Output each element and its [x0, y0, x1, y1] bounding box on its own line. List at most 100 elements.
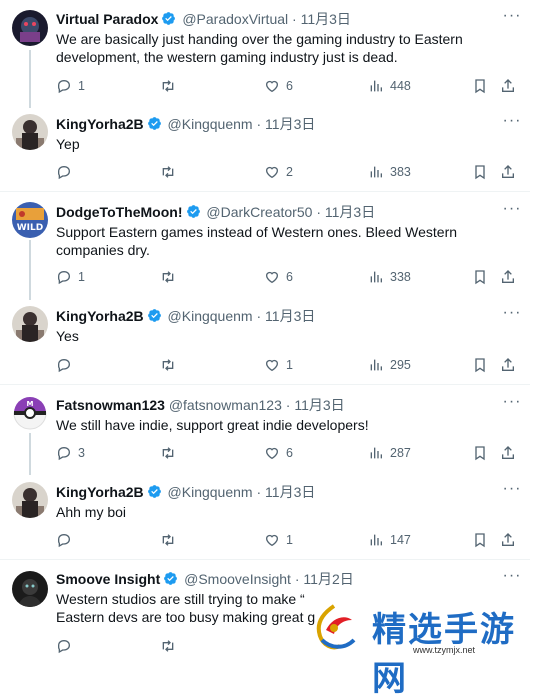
share-button[interactable] [500, 530, 516, 550]
share-button[interactable] [500, 443, 516, 463]
bookmark-button[interactable] [472, 443, 488, 463]
tweet[interactable]: WILD DodgeToTheMoon! @DarkCreator50 · 11… [0, 192, 530, 292]
retweet-button[interactable] [160, 636, 176, 656]
tweet-text: Support Eastern games instead of Western… [56, 224, 458, 258]
tweet[interactable]: KingYorha2B @Kingquenm · 11月3日 ··· Ahh m… [0, 472, 530, 558]
retweet-button[interactable] [160, 443, 182, 463]
tweet-date[interactable]: 11月3日 [265, 484, 315, 500]
author-handle[interactable]: @Kingquenm [168, 484, 253, 500]
share-icon [502, 79, 514, 92]
more-options-icon[interactable]: ··· [502, 201, 522, 221]
more-options-icon[interactable]: ··· [502, 481, 522, 501]
reply-button[interactable]: 1 [56, 76, 85, 96]
like-button[interactable]: 2 [264, 162, 293, 182]
reply-button[interactable] [56, 355, 78, 375]
more-options-icon[interactable]: ··· [502, 8, 522, 28]
like-button[interactable]: 6 [264, 443, 293, 463]
heart-icon [266, 271, 278, 284]
views-button[interactable]: 338 [368, 267, 411, 287]
svg-text:M: M [27, 400, 34, 408]
tweet-date[interactable]: 11月3日 [294, 397, 344, 413]
author-name[interactable]: KingYorha2B [56, 116, 144, 132]
tweet[interactable]: KingYorha2B @Kingquenm · 11月3日 ··· Yep 2… [0, 104, 530, 190]
reply-button[interactable] [56, 636, 72, 656]
avatar[interactable] [12, 571, 48, 607]
reply-button[interactable]: 1 [56, 267, 85, 287]
author-handle[interactable]: @Kingquenm [168, 116, 253, 132]
retweet-icon [162, 359, 174, 371]
like-button[interactable]: 1 [264, 530, 293, 550]
like-count: 2 [286, 165, 293, 179]
author-handle[interactable]: @ParadoxVirtual [182, 11, 288, 27]
views-button[interactable]: 383 [368, 162, 411, 182]
author-name[interactable]: Fatsnowman123 [56, 397, 165, 413]
avatar[interactable] [12, 306, 48, 342]
avatar[interactable]: M [12, 395, 48, 431]
more-options-icon[interactable]: ··· [502, 305, 522, 325]
share-button[interactable] [500, 355, 516, 375]
share-button[interactable] [500, 76, 516, 96]
view-count: 338 [390, 270, 411, 284]
author-name[interactable]: DodgeToTheMoon! [56, 204, 183, 220]
like-button[interactable]: 6 [264, 76, 293, 96]
bookmark-button[interactable] [472, 76, 488, 96]
tweet-date[interactable]: 11月3日 [265, 308, 315, 324]
reply-icon [58, 79, 71, 94]
reply-button[interactable] [56, 530, 78, 550]
more-options-icon[interactable]: ··· [502, 394, 522, 414]
separator-dot: · [256, 484, 262, 500]
retweet-button[interactable] [160, 355, 182, 375]
share-icon [502, 446, 514, 459]
more-options-icon[interactable]: ··· [502, 568, 522, 588]
bookmark-button[interactable] [472, 530, 488, 550]
views-button[interactable]: 147 [368, 530, 411, 550]
views-button[interactable]: 295 [368, 355, 411, 375]
retweet-button[interactable] [160, 530, 182, 550]
bookmark-icon [475, 165, 485, 180]
avatar[interactable]: WILD [12, 202, 48, 238]
like-button[interactable]: 1 [264, 355, 293, 375]
avatar[interactable] [12, 114, 48, 150]
retweet-button[interactable] [160, 267, 182, 287]
avatar[interactable] [12, 482, 48, 518]
reply-icon [58, 533, 71, 548]
view-count: 295 [390, 358, 411, 372]
reply-button[interactable] [56, 162, 78, 182]
like-button[interactable]: 6 [264, 267, 293, 287]
views-chart-icon [370, 271, 382, 283]
share-button[interactable] [500, 162, 516, 182]
tweet[interactable]: KingYorha2B @Kingquenm · 11月3日 ··· Yes 1… [0, 296, 530, 382]
separator-dot: · [285, 397, 291, 413]
bookmark-button[interactable] [472, 162, 488, 182]
retweet-icon [162, 534, 174, 546]
watermark-logo-icon [316, 604, 356, 650]
tweet-date[interactable]: 11月3日 [265, 116, 315, 132]
author-name[interactable]: Smoove Insight [56, 571, 160, 587]
author-handle[interactable]: @fatsnowman123 [169, 397, 282, 413]
views-button[interactable]: 287 [368, 443, 411, 463]
avatar[interactable] [12, 10, 48, 46]
views-button[interactable]: 448 [368, 76, 411, 96]
tweet[interactable]: Virtual Paradox @ParadoxVirtual · 11月3日 … [0, 0, 530, 100]
reply-icon [58, 446, 71, 461]
more-options-icon[interactable]: ··· [502, 113, 522, 133]
tweet[interactable]: M Fatsnowman123 @fatsnowman123 · 11月3日 ·… [0, 385, 530, 475]
author-handle[interactable]: @DarkCreator50 [206, 204, 312, 220]
tweet-text: Yes [56, 328, 79, 344]
bookmark-button[interactable] [472, 355, 488, 375]
tweet-date[interactable]: 11月3日 [301, 11, 351, 27]
share-button[interactable] [500, 267, 516, 287]
author-handle[interactable]: @Kingquenm [168, 308, 253, 324]
reply-button[interactable]: 3 [56, 443, 85, 463]
author-handle[interactable]: @SmooveInsight [184, 571, 291, 587]
share-icon [502, 165, 514, 178]
bookmark-button[interactable] [472, 267, 488, 287]
retweet-button[interactable] [160, 76, 182, 96]
author-name[interactable]: Virtual Paradox [56, 11, 158, 27]
verified-badge-icon [162, 12, 176, 25]
tweet-date[interactable]: 11月3日 [325, 204, 375, 220]
retweet-button[interactable] [160, 162, 182, 182]
author-name[interactable]: KingYorha2B [56, 484, 144, 500]
tweet-date[interactable]: 11月2日 [303, 571, 353, 587]
author-name[interactable]: KingYorha2B [56, 308, 144, 324]
